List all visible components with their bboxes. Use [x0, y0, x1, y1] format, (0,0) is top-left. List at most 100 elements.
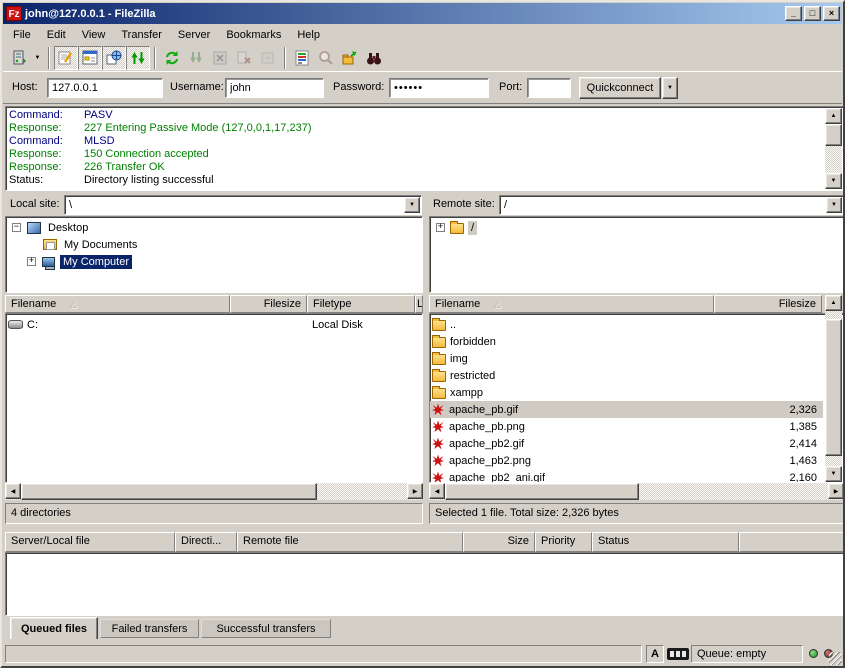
scrollbar-thumb[interactable] [825, 124, 842, 146]
directory-comparison-button[interactable] [338, 46, 362, 70]
refresh-button[interactable] [160, 46, 184, 70]
titlebar[interactable]: Fz john@127.0.0.1 - FileZilla _ □ × [3, 3, 842, 24]
menu-item-server[interactable]: Server [170, 27, 218, 43]
scroll-up-button[interactable]: ▲ [825, 108, 842, 124]
file-row[interactable]: forbidden [430, 333, 843, 350]
file-row[interactable]: apache_pb2_ani.gif 2,160 [430, 469, 823, 483]
file-size: 2,326 [723, 404, 823, 416]
expand-icon[interactable]: + [436, 223, 445, 232]
tree-item-my-computer[interactable]: + My Computer [6, 253, 422, 270]
reconnect-button[interactable] [256, 46, 280, 70]
file-row[interactable]: .. [430, 316, 843, 333]
remote-horizontal-scrollbar[interactable]: ◀ ▶ [429, 483, 844, 500]
tree-item-label-selected[interactable]: My Computer [60, 255, 132, 269]
toggle-local-tree-button[interactable] [78, 46, 102, 70]
local-tree: − Desktop My Documents + My Computer [5, 216, 423, 293]
file-row[interactable]: restricted [430, 367, 843, 384]
password-input[interactable] [389, 78, 489, 98]
queue-column-empty[interactable] [739, 532, 844, 552]
file-row[interactable]: apache_pb2.png 1,463 [430, 452, 823, 469]
speed-limits-icon[interactable] [667, 648, 689, 660]
remote-column-filesize[interactable]: Filesize [714, 295, 822, 313]
file-row-selected[interactable]: apache_pb.gif 2,326 [430, 401, 823, 418]
port-label: Port: [499, 81, 522, 93]
host-label: Host: [12, 81, 38, 93]
combo-dropdown-icon[interactable]: ▼ [404, 197, 420, 213]
remote-site-combobox[interactable]: / ▼ [499, 195, 844, 215]
tree-item-desktop[interactable]: − Desktop [6, 219, 422, 236]
local-column-filesize[interactable]: Filesize [230, 295, 307, 313]
scroll-up-button[interactable]: ▲ [825, 295, 842, 311]
menu-item-transfer[interactable]: Transfer [113, 27, 170, 43]
port-input[interactable] [527, 78, 571, 98]
username-input[interactable] [225, 78, 324, 98]
close-button[interactable]: × [823, 6, 840, 21]
scroll-right-button[interactable]: ▶ [407, 483, 423, 499]
queue-column-remote-file[interactable]: Remote file [237, 532, 463, 552]
tree-item-label-selected[interactable]: / [468, 221, 477, 235]
tree-item-root[interactable]: + / [430, 219, 843, 236]
maximize-button[interactable]: □ [804, 6, 821, 21]
scrollbar-thumb[interactable] [445, 483, 639, 500]
disconnect-button[interactable] [232, 46, 256, 70]
menu-item-help[interactable]: Help [289, 27, 328, 43]
scroll-left-button[interactable]: ◀ [429, 483, 445, 499]
tab-queued-files[interactable]: Queued files [10, 617, 98, 639]
tab-failed-transfers[interactable]: Failed transfers [100, 619, 199, 638]
queue-column-status[interactable]: Status [592, 532, 739, 552]
local-column-filename[interactable]: Filename△ [5, 295, 230, 313]
site-manager-dropdown[interactable]: ▼ [31, 46, 44, 70]
scrollbar-thumb[interactable] [825, 319, 842, 456]
menu-item-bookmarks[interactable]: Bookmarks [218, 27, 289, 43]
remote-column-filename[interactable]: Filename△ [429, 295, 714, 313]
menu-item-view[interactable]: View [74, 27, 114, 43]
file-row[interactable]: img [430, 350, 843, 367]
tree-item-label[interactable]: Desktop [45, 221, 91, 235]
host-input[interactable] [47, 78, 163, 98]
file-row[interactable]: xampp [430, 384, 843, 401]
scroll-down-button[interactable]: ▼ [825, 173, 842, 189]
queue-column-size[interactable]: Size [463, 532, 535, 552]
file-row[interactable]: C: Local Disk [6, 316, 422, 333]
scroll-down-button[interactable]: ▼ [825, 466, 842, 482]
menu-item-file[interactable]: File [5, 27, 39, 43]
file-search-button[interactable] [314, 46, 338, 70]
log-vertical-scrollbar[interactable]: ▲ ▼ [825, 108, 842, 189]
site-manager-button[interactable] [7, 46, 31, 70]
local-column-last-modified[interactable]: L [415, 295, 423, 313]
process-queue-button[interactable] [184, 46, 208, 70]
collapse-icon[interactable]: − [12, 223, 21, 232]
toggle-transfer-queue-button[interactable] [126, 46, 150, 70]
filter-button[interactable] [290, 46, 314, 70]
toggle-remote-tree-button[interactable] [102, 46, 126, 70]
file-size: 2,414 [723, 438, 823, 450]
transfer-type-icon[interactable]: A [646, 645, 664, 663]
local-site-combobox[interactable]: \ ▼ [64, 195, 422, 215]
expand-icon[interactable]: + [27, 257, 36, 266]
remote-vertical-scrollbar[interactable]: ▲ ▼ [825, 295, 842, 482]
menu-item-edit[interactable]: Edit [39, 27, 74, 43]
resize-grip[interactable] [829, 652, 842, 665]
minimize-button[interactable]: _ [785, 6, 802, 21]
queue-column-priority[interactable]: Priority [535, 532, 592, 552]
toggle-message-log-button[interactable] [54, 46, 78, 70]
tree-item-label[interactable]: My Documents [61, 238, 140, 252]
quickconnect-button[interactable]: Quickconnect [579, 77, 661, 99]
log-line: Response:226 Transfer OK [6, 161, 843, 174]
combo-dropdown-icon[interactable]: ▼ [826, 197, 842, 213]
tree-item-my-documents[interactable]: My Documents [6, 236, 422, 253]
quickconnect-dropdown[interactable]: ▼ [662, 77, 678, 99]
file-name: apache_pb2.png [449, 455, 723, 467]
scrollbar-thumb[interactable] [21, 483, 317, 500]
queue-column-direction[interactable]: Directi... [175, 532, 237, 552]
queue-column-server-local-file[interactable]: Server/Local file [5, 532, 175, 552]
cancel-operation-button[interactable] [208, 46, 232, 70]
synchronized-browsing-button[interactable] [362, 46, 386, 70]
file-row[interactable]: apache_pb2.gif 2,414 [430, 435, 823, 452]
file-row[interactable]: apache_pb.png 1,385 [430, 418, 823, 435]
local-column-filetype[interactable]: Filetype [307, 295, 415, 313]
tab-successful-transfers[interactable]: Successful transfers [201, 619, 331, 638]
scroll-right-button[interactable]: ▶ [828, 483, 844, 499]
scroll-left-button[interactable]: ◀ [5, 483, 21, 499]
local-horizontal-scrollbar[interactable]: ◀ ▶ [5, 483, 423, 500]
